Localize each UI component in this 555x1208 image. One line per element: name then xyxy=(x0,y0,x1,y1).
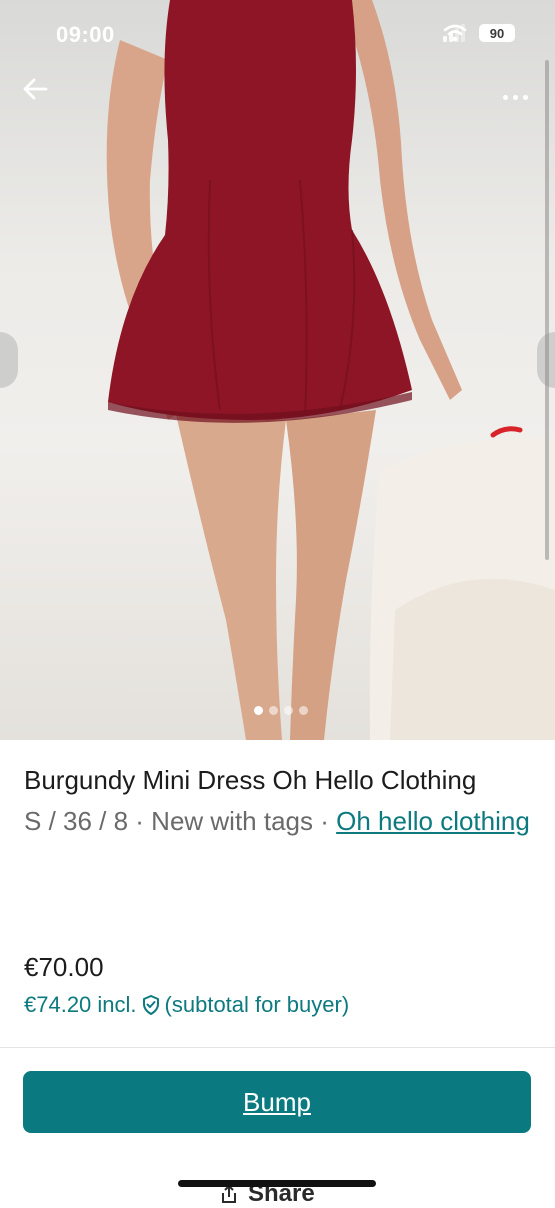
arrow-left-icon xyxy=(23,78,48,100)
dress-photo-illustration xyxy=(106,0,555,740)
home-indicator xyxy=(178,1180,376,1187)
buyer-price: €74.20 incl. xyxy=(24,992,137,1017)
more-dots-icon xyxy=(502,94,508,100)
status-icons: 90 xyxy=(443,24,515,42)
scrollbar[interactable] xyxy=(545,60,549,560)
item-attributes: S / 36 / 8 · New with tags · Oh hello cl… xyxy=(24,801,534,842)
brand-link[interactable]: Oh hello clothing xyxy=(336,806,530,836)
status-time: 09:00 xyxy=(56,22,115,47)
item-attributes-text: S / 36 / 8 · New with tags · xyxy=(24,806,337,836)
carousel-dot[interactable] xyxy=(254,706,263,715)
wifi-icon xyxy=(443,24,467,42)
more-options-button[interactable] xyxy=(495,82,535,112)
shield-check-icon xyxy=(142,995,159,1015)
divider xyxy=(0,1047,555,1048)
bump-button[interactable]: Bump xyxy=(23,1071,531,1133)
product-photo[interactable]: 09:00 90 xyxy=(0,0,555,740)
battery-icon: 90 xyxy=(479,24,515,42)
carousel-dots xyxy=(254,706,308,715)
buyer-price-note: (subtotal for buyer) xyxy=(164,992,350,1017)
carousel-dot[interactable] xyxy=(299,706,308,715)
item-details: Burgundy Mini Dress Oh Hello Clothing S … xyxy=(24,760,534,842)
carousel-dot[interactable] xyxy=(284,706,293,715)
item-title: Burgundy Mini Dress Oh Hello Clothing xyxy=(24,765,477,795)
buyer-price-info[interactable]: €74.20 incl. (subtotal for buyer) xyxy=(24,992,349,1018)
back-button[interactable] xyxy=(22,78,58,114)
item-price: €70.00 xyxy=(24,952,104,982)
carousel-dot[interactable] xyxy=(269,706,278,715)
